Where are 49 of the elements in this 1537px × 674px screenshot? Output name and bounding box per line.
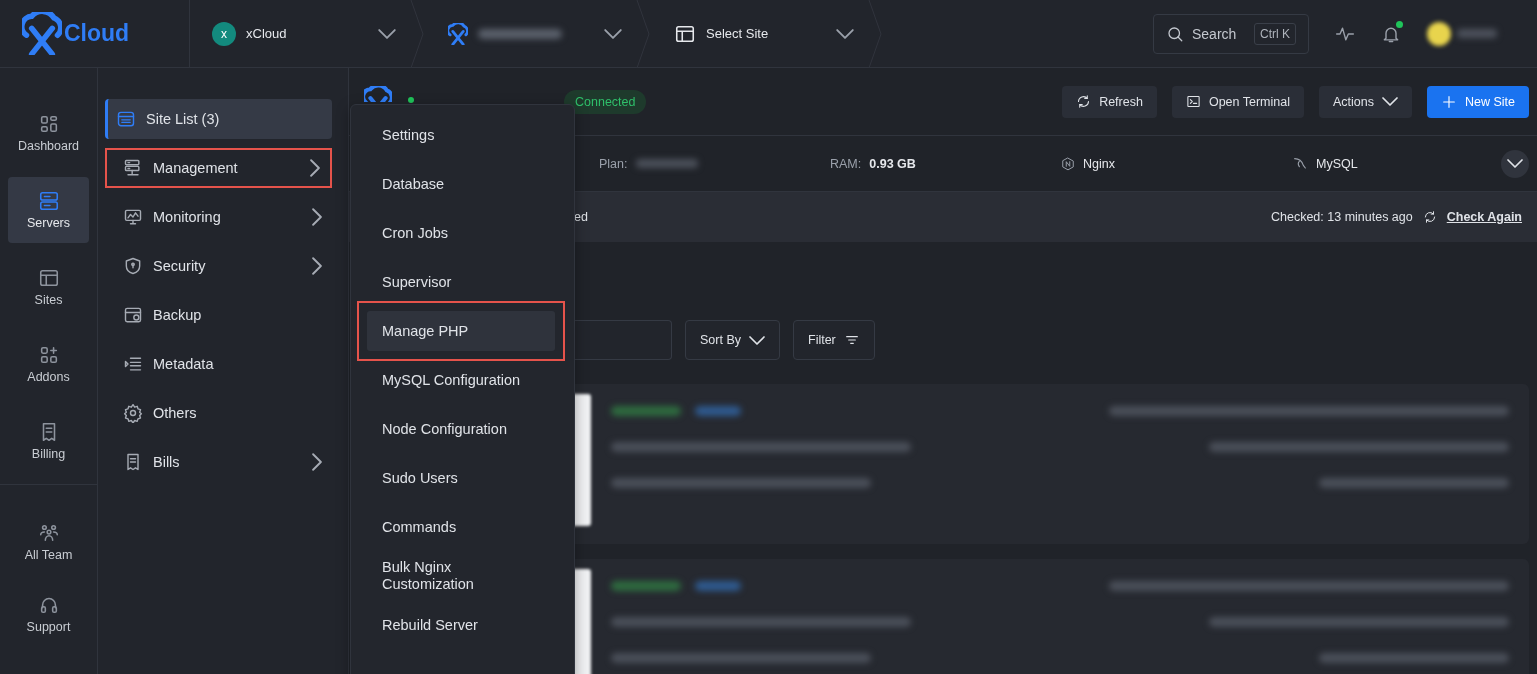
- status-message: ed: [574, 210, 588, 224]
- database-name: MySQL: [1316, 156, 1358, 171]
- web-server-name: Nginx: [1083, 156, 1115, 171]
- check-again-link[interactable]: Check Again: [1446, 210, 1522, 224]
- sort-button[interactable]: Sort By: [685, 320, 780, 360]
- dropdown-item[interactable]: Manage PHP: [367, 311, 555, 351]
- dropdown-item[interactable]: Rebuild Server: [367, 605, 558, 645]
- rail-item[interactable]: Dashboard: [8, 100, 89, 166]
- filter-button[interactable]: Filter: [793, 320, 875, 360]
- checked-time: Checked: 13 minutes ago: [1270, 210, 1413, 224]
- dropdown-item[interactable]: Sudo Users: [367, 458, 558, 498]
- logo-text: Cloud: [64, 20, 130, 47]
- rail-item[interactable]: Addons: [8, 331, 89, 397]
- dropdown-item[interactable]: Commands: [367, 507, 558, 547]
- dropdown-item[interactable]: MySQL Configuration: [367, 360, 558, 400]
- rail-item[interactable]: All Team: [8, 509, 89, 575]
- search-button[interactable]: Search Ctrl K: [1153, 13, 1309, 54]
- plan-label: Plan:: [599, 156, 628, 171]
- submenu-item[interactable]: Bills: [105, 442, 332, 482]
- dropdown-item[interactable]: Cron Jobs: [367, 213, 558, 253]
- status-badge: Connected: [564, 89, 647, 114]
- submenu-item[interactable]: Security: [105, 246, 332, 286]
- ram-value: 0.93 GB: [869, 156, 916, 171]
- rail-item[interactable]: Support: [8, 581, 89, 647]
- submenu-item[interactable]: Monitoring: [105, 197, 332, 237]
- rail-item[interactable]: Sites: [8, 254, 89, 320]
- new-site-button[interactable]: New Site: [1426, 85, 1529, 118]
- ram-label: RAM:: [830, 156, 862, 171]
- menu-button[interactable]: Actions: [1318, 85, 1412, 118]
- dropdown-item[interactable]: Bulk Nginx Customization: [367, 556, 558, 596]
- terminal-button[interactable]: Open Terminal: [1171, 85, 1304, 118]
- submenu-item[interactable]: Site List (3): [105, 99, 332, 139]
- rail-item[interactable]: Servers: [8, 177, 89, 243]
- dropdown-item[interactable]: Database: [367, 164, 558, 204]
- breadcrumb-selector[interactable]: Select Site: [650, 0, 868, 67]
- submenu-item[interactable]: Backup: [105, 295, 332, 335]
- dropdown-item[interactable]: Supervisor: [367, 262, 558, 302]
- submenu-item[interactable]: Others: [105, 393, 332, 433]
- submenu-item[interactable]: Management: [107, 150, 330, 186]
- team-name: xCloud: [246, 26, 287, 41]
- breadcrumb-selector[interactable]: x xCloud: [190, 0, 410, 67]
- shortcut-key: Ctrl K: [1254, 22, 1296, 45]
- refresh-button[interactable]: Refresh: [1062, 85, 1157, 118]
- rail-item[interactable]: Billing: [8, 408, 89, 474]
- dropdown-item[interactable]: Node Configuration: [367, 409, 558, 449]
- site-selector-label: Select Site: [706, 26, 769, 41]
- team-avatar: x: [212, 21, 236, 46]
- submenu-item[interactable]: Metadata: [105, 344, 332, 384]
- dropdown-item[interactable]: Settings: [367, 115, 558, 155]
